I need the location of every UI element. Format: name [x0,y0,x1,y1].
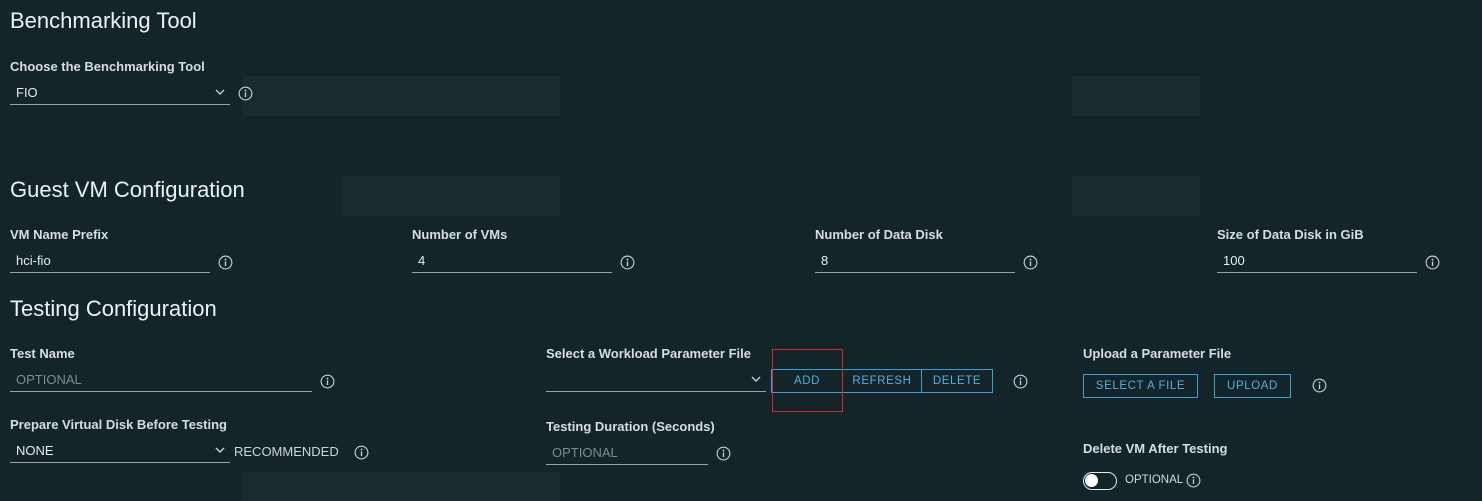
prepare-disk-hint: RECOMMENDED [234,444,339,459]
workload-file-select[interactable] [546,370,766,392]
section-title-guest-vm: Guest VM Configuration [10,177,245,202]
test-name-input[interactable]: OPTIONAL [10,370,312,392]
select-file-button[interactable]: SELECT A FILE [1083,374,1198,398]
delete-vm-hint: OPTIONAL [1125,474,1184,486]
background-panel [342,176,560,216]
disk-count-input[interactable]: 8 [815,251,1015,273]
info-icon[interactable] [1186,473,1201,488]
prepare-disk-select[interactable]: NONE [10,441,230,463]
disk-size-label: Size of Data Disk in GiB [1217,227,1364,242]
info-icon[interactable] [238,86,253,101]
duration-label: Testing Duration (Seconds) [546,419,715,434]
section-title-benchmarking: Benchmarking Tool [10,8,197,33]
prepare-disk-value: NONE [16,443,54,458]
background-panel [242,472,560,501]
info-icon[interactable] [1013,374,1028,389]
info-icon[interactable] [1312,378,1327,393]
delete-button[interactable]: DELETE [921,369,993,393]
upload-button[interactable]: UPLOAD [1214,374,1291,398]
delete-vm-toggle[interactable] [1083,472,1117,490]
vm-count-input[interactable]: 4 [412,251,612,273]
background-panel [1072,76,1200,116]
prepare-disk-label: Prepare Virtual Disk Before Testing [10,417,227,432]
delete-vm-label: Delete VM After Testing [1083,441,1228,456]
refresh-button[interactable]: REFRESH [842,369,922,393]
disk-size-input[interactable]: 100 [1217,251,1417,273]
benchmark-tool-value: FIO [16,85,38,100]
background-panel [1072,176,1200,216]
info-icon[interactable] [620,255,635,270]
info-icon[interactable] [1023,255,1038,270]
info-icon[interactable] [1425,255,1440,270]
background-panel [242,76,560,116]
info-icon[interactable] [218,255,233,270]
duration-input[interactable]: OPTIONAL [546,443,708,465]
vm-prefix-input[interactable]: hci-fio [10,251,210,273]
section-title-testing: Testing Configuration [10,296,217,321]
info-icon[interactable] [320,374,335,389]
chevron-down-icon [751,376,761,382]
highlight-box [772,349,843,412]
test-name-label: Test Name [10,346,75,361]
upload-file-label: Upload a Parameter File [1083,346,1232,361]
workload-file-label: Select a Workload Parameter File [546,346,751,361]
duration-placeholder: OPTIONAL [552,445,618,460]
test-name-placeholder: OPTIONAL [16,372,82,387]
chevron-down-icon [215,447,225,453]
vm-prefix-label: VM Name Prefix [10,227,109,242]
benchmark-tool-label: Choose the Benchmarking Tool [10,59,205,74]
toggle-knob [1085,474,1098,487]
info-icon[interactable] [716,446,731,461]
disk-count-label: Number of Data Disk [815,227,943,242]
chevron-down-icon [215,89,225,95]
vm-count-label: Number of VMs [412,227,508,242]
info-icon[interactable] [354,445,369,460]
benchmark-tool-select[interactable]: FIO [10,83,230,105]
